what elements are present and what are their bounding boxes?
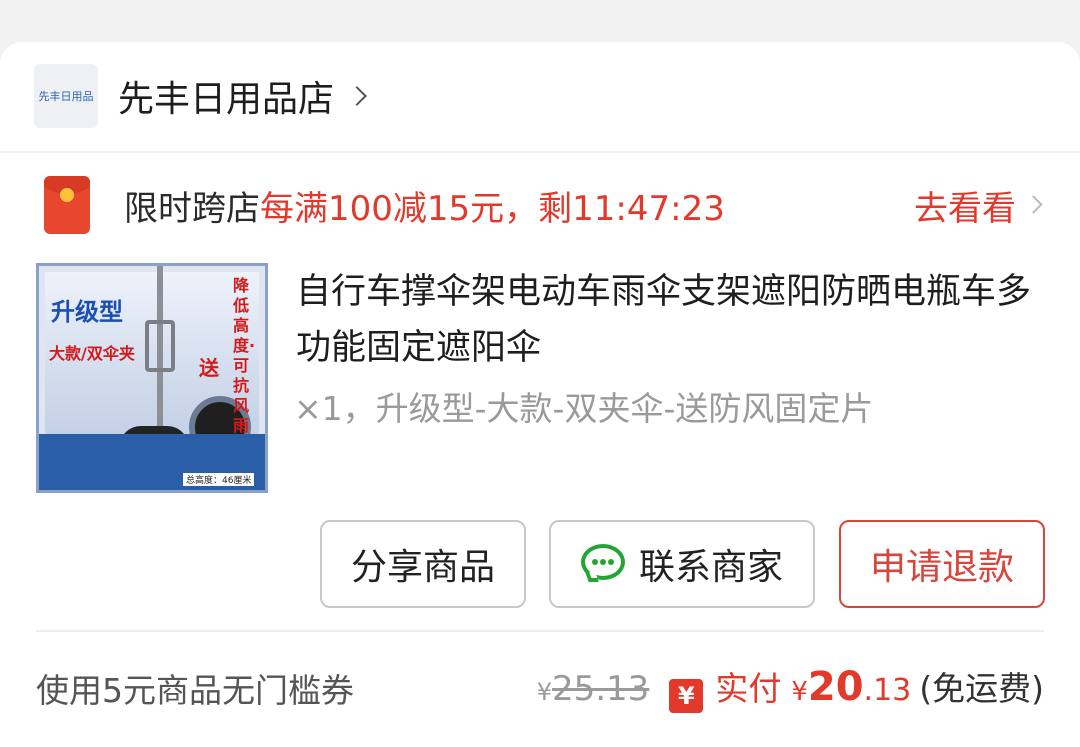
share-product-button[interactable]: 分享商品: [320, 520, 526, 608]
product-image-title: 升级型: [51, 298, 123, 326]
divider: [36, 630, 1044, 632]
divider: [0, 151, 1080, 153]
product-image-vertical-text: 降低高度·可抗风雨: [233, 276, 256, 435]
product-image-subtitle: 大款/双伞夹: [49, 344, 135, 363]
original-currency-symbol: ¥: [536, 678, 552, 706]
original-price: 25.13: [551, 669, 650, 709]
contact-seller-button[interactable]: 联系商家: [549, 520, 815, 608]
product-title[interactable]: 自行车撑伞架电动车雨伞支架遮阳防晒电瓶车多功能固定遮阳伞: [296, 264, 1036, 376]
chevron-right-icon: [1024, 195, 1043, 214]
apply-refund-label: 申请退款: [869, 547, 1014, 588]
product-image-note: 总高度：46厘米: [183, 473, 255, 486]
paid-price-integer: 20: [807, 664, 864, 710]
yen-badge-icon: ¥: [669, 679, 704, 713]
store-name[interactable]: 先丰日用品店: [118, 70, 334, 122]
store-header[interactable]: 先丰日用品 先丰日用品店: [34, 64, 367, 128]
paid-price-decimal: .13: [863, 673, 912, 708]
chevron-right-icon: [347, 86, 367, 106]
product-spec: ×1，升级型-大款-双夹伞-送防风固定片: [294, 389, 874, 428]
chat-bubble-icon: [580, 544, 625, 584]
product-image-gift: 送: [199, 356, 219, 380]
red-packet-icon: [44, 176, 90, 234]
apply-refund-button[interactable]: 申请退款: [839, 520, 1045, 608]
promo-go-link[interactable]: 去看看: [914, 181, 1016, 230]
promo-banner[interactable]: 限时跨店 每满100减15元，剩11:47:23 去看看: [44, 176, 1044, 234]
freight-info: (免运费): [919, 669, 1044, 708]
store-logo: 先丰日用品: [34, 64, 98, 128]
paid-currency-symbol: ¥: [791, 677, 808, 707]
promo-label: 限时跨店: [124, 188, 260, 229]
share-product-label: 分享商品: [350, 547, 495, 588]
contact-seller-label: 联系商家: [638, 547, 783, 588]
product-image[interactable]: 升级型 大款/双伞夹 降低高度·可抗风雨 送 总高度：46厘米: [36, 263, 268, 493]
promo-rule: 每满100减15元，剩11:47:23: [260, 188, 725, 229]
paid-label: 实付: [715, 669, 782, 708]
order-card: 先丰日用品 先丰日用品店 限时跨店 每满100减15元，剩11:47:23 去看…: [0, 42, 1080, 747]
price-summary: ¥ 25.13 ¥ 实付 ¥ 20 .13 (免运费): [536, 662, 1044, 713]
coupon-info: 使用5元商品无门槛券: [36, 671, 354, 710]
